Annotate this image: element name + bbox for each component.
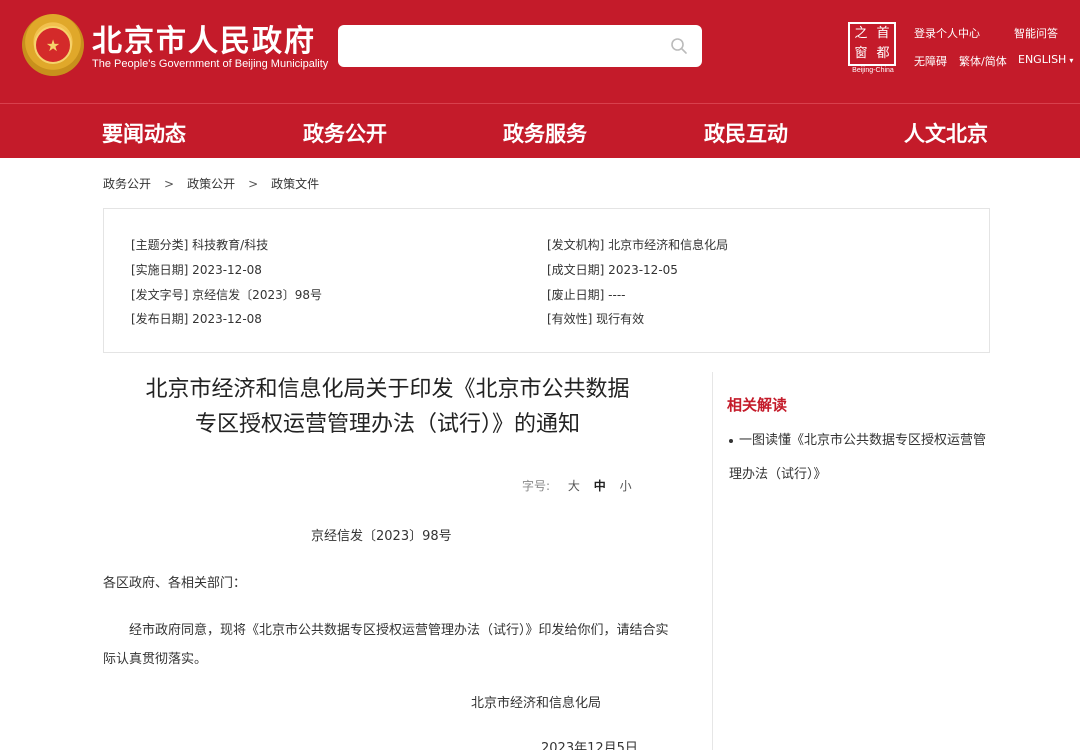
nav-item-culture[interactable]: 人文北京 — [904, 118, 988, 148]
article-doc-number: 京经信发〔2023〕98号 — [311, 529, 452, 544]
search-icon[interactable] — [670, 37, 688, 55]
meta-issuer: [发文机构] 北京市经济和信息化局 — [547, 238, 729, 252]
capital-window-logo[interactable]: 之 首 窗 都 Beijing-China — [848, 22, 898, 76]
seal-char: 首 — [876, 26, 890, 41]
capital-logo-caption: Beijing-China — [852, 67, 894, 74]
bullet-icon — [729, 438, 733, 443]
font-size-control: 字号: 大 中 小 — [522, 477, 632, 494]
meta-validity: [有效性] 现行有效 — [547, 312, 645, 326]
article-body-paragraph: 经市政府同意，现将《北京市公共数据专区授权运营管理办法（试行）》印发给你们，请结… — [103, 623, 669, 667]
seal-char: 之 — [854, 26, 868, 41]
article-title-line: 北京市经济和信息化局关于印发《北京市公共数据 — [145, 377, 630, 402]
meta-publish-date: [发布日期] 2023-12-08 — [131, 312, 262, 326]
related-reading-link[interactable]: 一图读懂《北京市公共数据专区授权运营管理办法（试行）》 — [729, 433, 986, 482]
font-size-label: 字号: — [522, 479, 551, 493]
meta-topic: [主题分类] 科技教育/科技 — [131, 238, 269, 252]
smart-qa-link[interactable]: 智能问答 — [1014, 25, 1058, 41]
meta-expiry-date: [废止日期] ---- — [547, 288, 626, 302]
main-nav: 要闻动态 政务公开 政务服务 政民互动 人文北京 — [0, 103, 1080, 158]
search-input[interactable] — [338, 25, 658, 67]
seal-char: 都 — [876, 46, 890, 61]
emblem-star-icon: ★ — [34, 26, 72, 64]
related-reading-item[interactable]: 一图读懂《北京市公共数据专区授权运营管理办法（试行）》 — [729, 424, 989, 492]
login-link[interactable]: 登录个人中心 — [914, 25, 980, 41]
breadcrumb-item[interactable]: 政务公开 — [103, 177, 151, 191]
content-divider — [712, 372, 713, 750]
site-header: ★ 北京市人民政府 The People's Government of Bei… — [0, 0, 1080, 103]
site-title[interactable]: 北京市人民政府 — [92, 16, 316, 60]
search-box — [338, 25, 702, 67]
related-reading-title: 相关解读 — [727, 396, 788, 414]
article-title: 北京市经济和信息化局关于印发《北京市公共数据 专区授权运营管理办法（试行）》的通… — [105, 372, 670, 442]
meta-doc-number: [发文字号] 京经信发〔2023〕98号 — [131, 288, 322, 302]
breadcrumb-separator: > — [248, 177, 259, 191]
breadcrumb-item[interactable]: 政策文件 — [271, 177, 319, 191]
breadcrumb: 政务公开 > 政策公开 > 政策文件 — [103, 175, 319, 192]
accessibility-link[interactable]: 无障碍 — [914, 53, 947, 69]
meta-written-date: [成文日期] 2023-12-05 — [547, 263, 678, 277]
article-title-line: 专区授权运营管理办法（试行）》的通知 — [194, 412, 580, 437]
article-sign-date: 2023年12月5日 — [541, 741, 638, 750]
nav-item-services[interactable]: 政务服务 — [503, 118, 587, 148]
traditional-simplified-link[interactable]: 繁体/简体 — [959, 53, 1007, 69]
breadcrumb-item[interactable]: 政策公开 — [187, 177, 235, 191]
article-salutation: 各区政府、各相关部门： — [103, 576, 247, 591]
nav-item-interaction[interactable]: 政民互动 — [704, 118, 788, 148]
english-label: ENGLISH — [1018, 53, 1067, 66]
english-link[interactable]: ENGLISH ▾ — [1018, 53, 1073, 66]
dropdown-caret-icon: ▾ — [1069, 56, 1074, 65]
meta-effective-date: [实施日期] 2023-12-08 — [131, 263, 262, 277]
nav-item-gov-affairs[interactable]: 政务公开 — [303, 118, 387, 148]
seal-char: 窗 — [854, 46, 868, 61]
article-signer: 北京市经济和信息化局 — [471, 696, 602, 711]
nav-item-news[interactable]: 要闻动态 — [102, 118, 186, 148]
font-size-large-button[interactable]: 大 — [568, 479, 580, 493]
font-size-small-button[interactable]: 小 — [620, 479, 632, 493]
document-metadata-panel: [主题分类] 科技教育/科技 [发文机构] 北京市经济和信息化局 [实施日期] … — [103, 208, 990, 353]
breadcrumb-separator: > — [164, 177, 175, 191]
site-subtitle: The People's Government of Beijing Munic… — [92, 58, 329, 70]
capital-seal-icon: 之 首 窗 都 — [848, 22, 896, 66]
national-emblem-icon[interactable]: ★ — [22, 14, 84, 76]
font-size-medium-button[interactable]: 中 — [594, 479, 606, 493]
